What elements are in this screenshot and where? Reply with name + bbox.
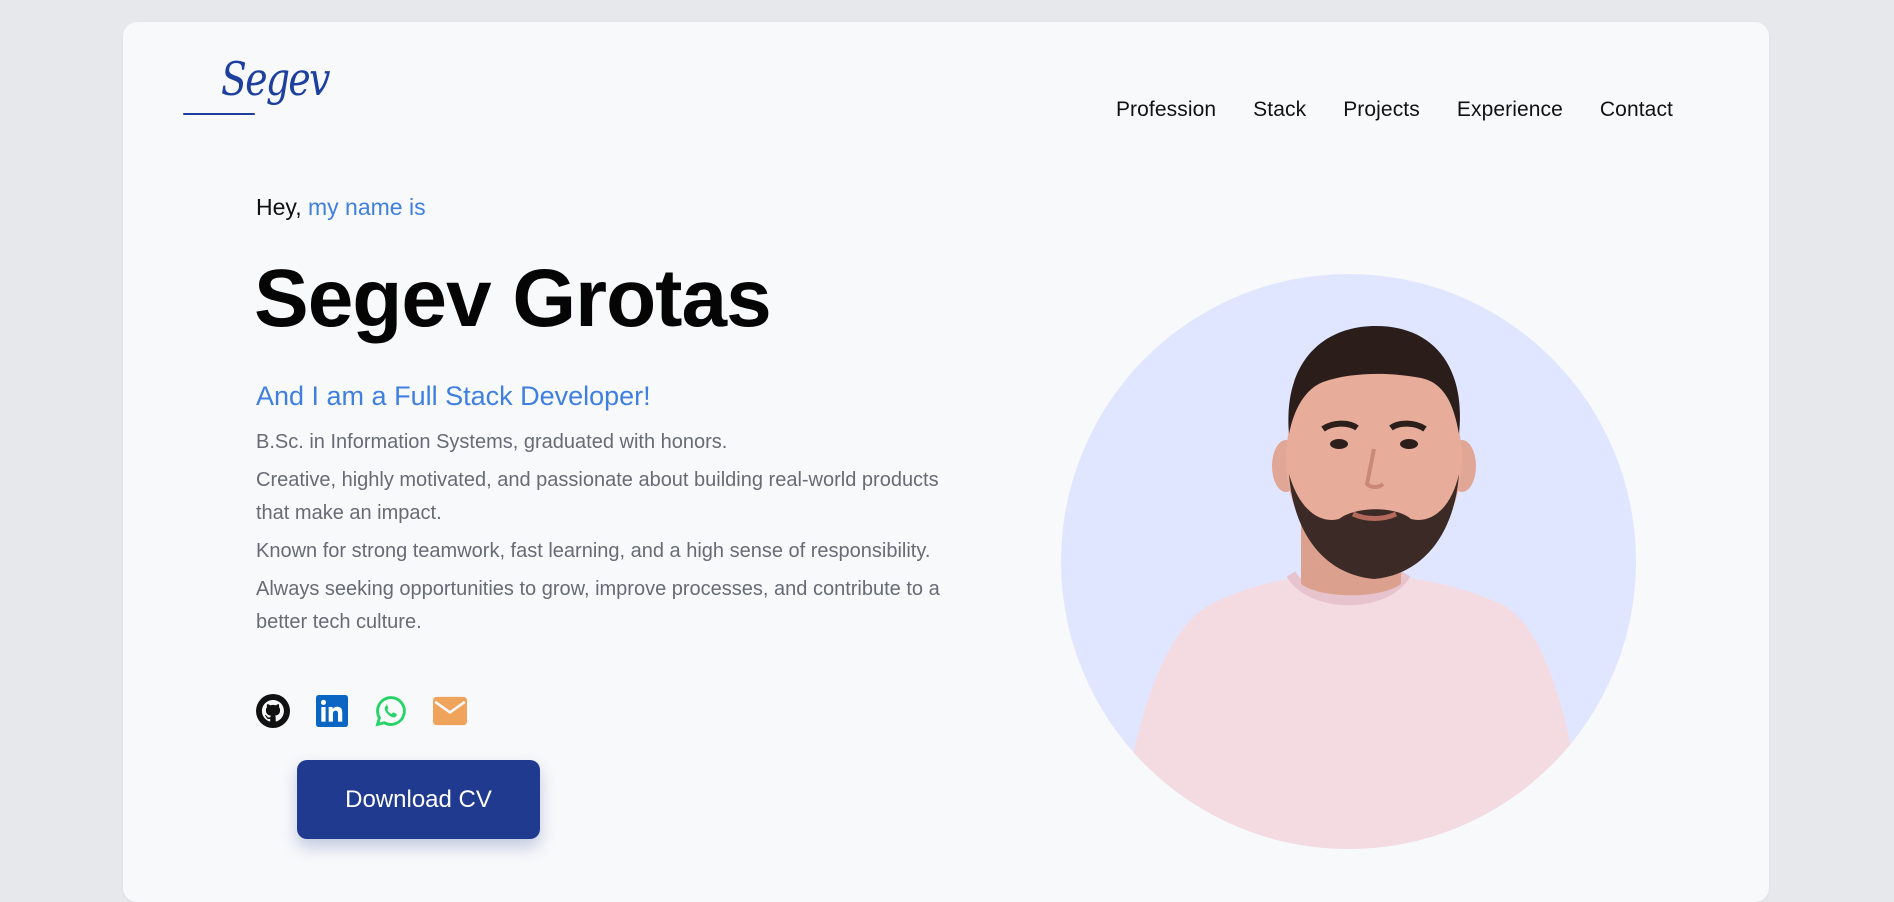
avatar <box>1061 274 1636 849</box>
email-icon <box>433 696 467 726</box>
logo-underline <box>183 113 255 115</box>
greeting-accent: my name is <box>307 194 426 220</box>
github-icon <box>256 694 290 728</box>
logo-text: Segev <box>221 52 330 106</box>
bio-line: Creative, highly motivated, and passiona… <box>256 469 939 524</box>
role-subtitle: And I am a Full Stack Developer! <box>256 381 651 411</box>
nav-link-projects[interactable]: Projects <box>1343 98 1420 122</box>
hero-card: Segev Profession Stack Projects Experien… <box>123 22 1769 902</box>
whatsapp-icon <box>375 696 406 727</box>
linkedin-link[interactable] <box>315 694 349 728</box>
greeting: Hey, my name is <box>256 194 426 221</box>
greeting-prefix: Hey, <box>256 194 302 220</box>
bio-line: Always seeking opportunities to grow, im… <box>256 578 940 633</box>
page-title: Segev Grotas <box>254 253 772 344</box>
profile-photo <box>1116 326 1586 849</box>
nav-link-experience[interactable]: Experience <box>1457 98 1563 122</box>
main-nav: Profession Stack Projects Experience Con… <box>1116 98 1673 122</box>
logo[interactable]: Segev <box>221 56 330 116</box>
bio: B.Sc. in Information Systems, graduated … <box>256 426 976 644</box>
bio-line: Known for strong teamwork, fast learning… <box>256 540 931 562</box>
nav-link-contact[interactable]: Contact <box>1600 98 1673 122</box>
linkedin-icon <box>316 695 348 727</box>
social-links <box>256 694 467 728</box>
bio-line: B.Sc. in Information Systems, graduated … <box>256 431 728 453</box>
nav-link-stack[interactable]: Stack <box>1253 98 1306 122</box>
email-link[interactable] <box>433 694 467 728</box>
download-cv-button[interactable]: Download CV <box>297 760 540 839</box>
nav-link-profession[interactable]: Profession <box>1116 98 1216 122</box>
whatsapp-link[interactable] <box>374 694 408 728</box>
github-link[interactable] <box>256 694 290 728</box>
